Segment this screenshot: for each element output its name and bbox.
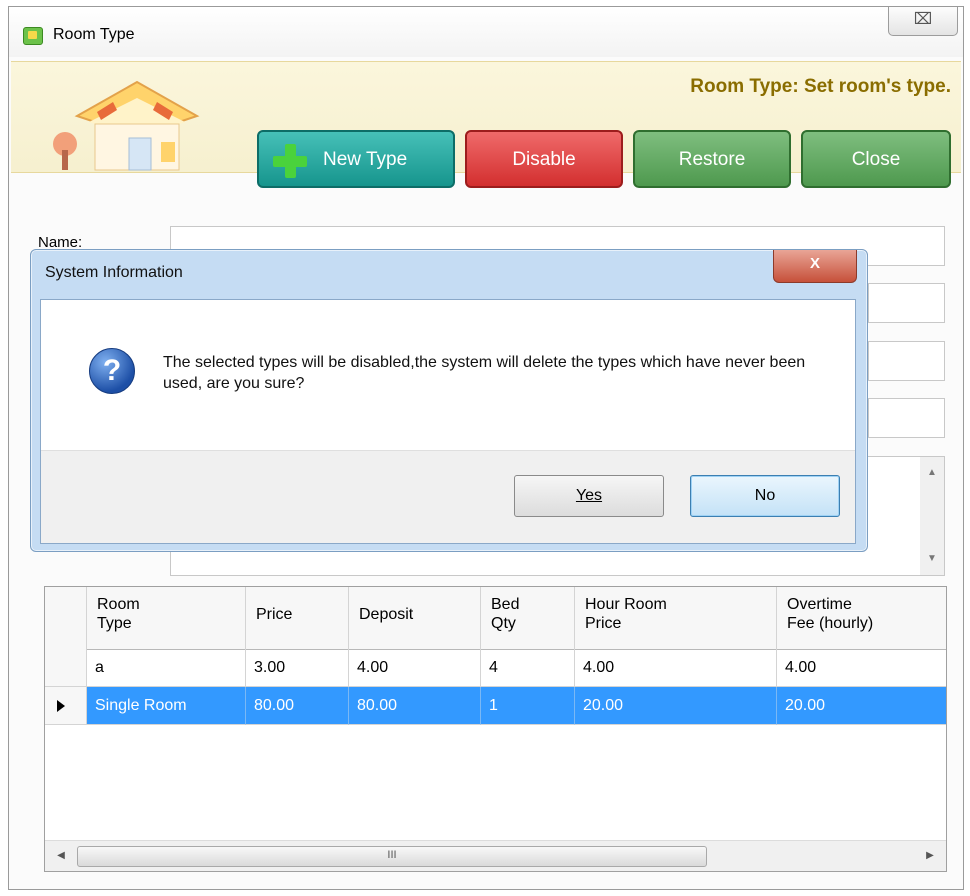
dialog-title: System Information (45, 264, 183, 281)
col-header-hour-room-price[interactable]: Hour Room Price (575, 587, 777, 649)
question-icon: ? (89, 348, 135, 394)
window-title: Room Type (53, 26, 135, 43)
cell-room-type[interactable]: Single Room (87, 687, 246, 725)
dialog-footer: Yes No (41, 450, 855, 543)
cell-price[interactable]: 3.00 (246, 649, 349, 687)
window-titlebar: Room Type ⌧ (9, 7, 963, 57)
header-row-indicator (45, 587, 87, 649)
col-header-price[interactable]: Price (246, 587, 349, 649)
close-button[interactable]: Close (801, 130, 951, 188)
dialog-body: ? The selected types will be disabled,th… (40, 299, 856, 544)
cell-overtime-fee[interactable]: 4.00 (777, 649, 946, 687)
col-header-bed-qty[interactable]: Bed Qty (481, 587, 575, 649)
cell-room-type[interactable]: a (87, 649, 246, 687)
dialog-message: The selected types will be disabled,the … (163, 354, 806, 392)
dialog-close-button[interactable]: X (773, 250, 857, 283)
cell-bed-qty[interactable]: 4 (481, 649, 575, 687)
col-header-overtime-fee[interactable]: Overtime Fee (hourly) (777, 587, 946, 649)
app-icon (23, 27, 43, 45)
row-indicator[interactable] (45, 687, 87, 725)
cell-hour-room-price[interactable]: 4.00 (575, 649, 777, 687)
form-field-3[interactable] (868, 341, 945, 381)
col-header-deposit[interactable]: Deposit (349, 587, 481, 649)
cell-hour-room-price[interactable]: 20.00 (575, 687, 777, 725)
window-close-button[interactable]: ⌧ (888, 7, 958, 36)
cell-deposit[interactable]: 80.00 (349, 687, 481, 725)
scroll-up-icon[interactable]: ▲ (920, 461, 944, 485)
no-button[interactable]: No (690, 475, 840, 517)
disable-button[interactable]: Disable (465, 130, 623, 188)
scroll-thumb[interactable]: III (77, 846, 707, 867)
cell-bed-qty[interactable]: 1 (481, 687, 575, 725)
cell-deposit[interactable]: 4.00 (349, 649, 481, 687)
yes-button-label: Yes (575, 487, 603, 504)
scroll-right-icon[interactable]: ▶ (918, 841, 942, 871)
new-type-button[interactable]: New Type (257, 130, 455, 188)
new-type-label: New Type (323, 149, 408, 170)
system-information-dialog: System Information X ? The selected type… (30, 249, 868, 552)
row-indicator[interactable] (45, 649, 87, 687)
current-row-arrow-icon (57, 700, 65, 712)
form-field-4[interactable] (868, 398, 945, 438)
cell-overtime-fee[interactable]: 20.00 (777, 687, 946, 725)
table-row-selected[interactable]: Single Room 80.00 80.00 1 20.00 20.00 (45, 687, 946, 725)
scroll-left-icon[interactable]: ◀ (49, 841, 73, 871)
table-row[interactable]: a 3.00 4.00 4 4.00 4.00 (45, 649, 946, 687)
horizontal-scrollbar[interactable]: ◀ III ▶ (45, 840, 946, 871)
restore-button[interactable]: Restore (633, 130, 791, 188)
yes-button[interactable]: Yes (514, 475, 664, 517)
room-type-grid: Room Type Price Deposit Bed Qty Hour Roo… (44, 586, 947, 872)
vertical-scrollbar[interactable]: ▲ ▼ (920, 457, 944, 575)
scroll-down-icon[interactable]: ▼ (920, 547, 944, 571)
cell-price[interactable]: 80.00 (246, 687, 349, 725)
plus-icon (273, 144, 307, 178)
banner-caption: Room Type: Set room's type. (690, 76, 951, 97)
grid-header: Room Type Price Deposit Bed Qty Hour Roo… (45, 587, 946, 650)
col-header-room-type[interactable]: Room Type (87, 587, 246, 649)
header-banner: Room Type: Set room's type. New Type Dis… (11, 61, 961, 188)
house-logo-icon (53, 80, 200, 171)
form-field-2[interactable] (868, 283, 945, 323)
